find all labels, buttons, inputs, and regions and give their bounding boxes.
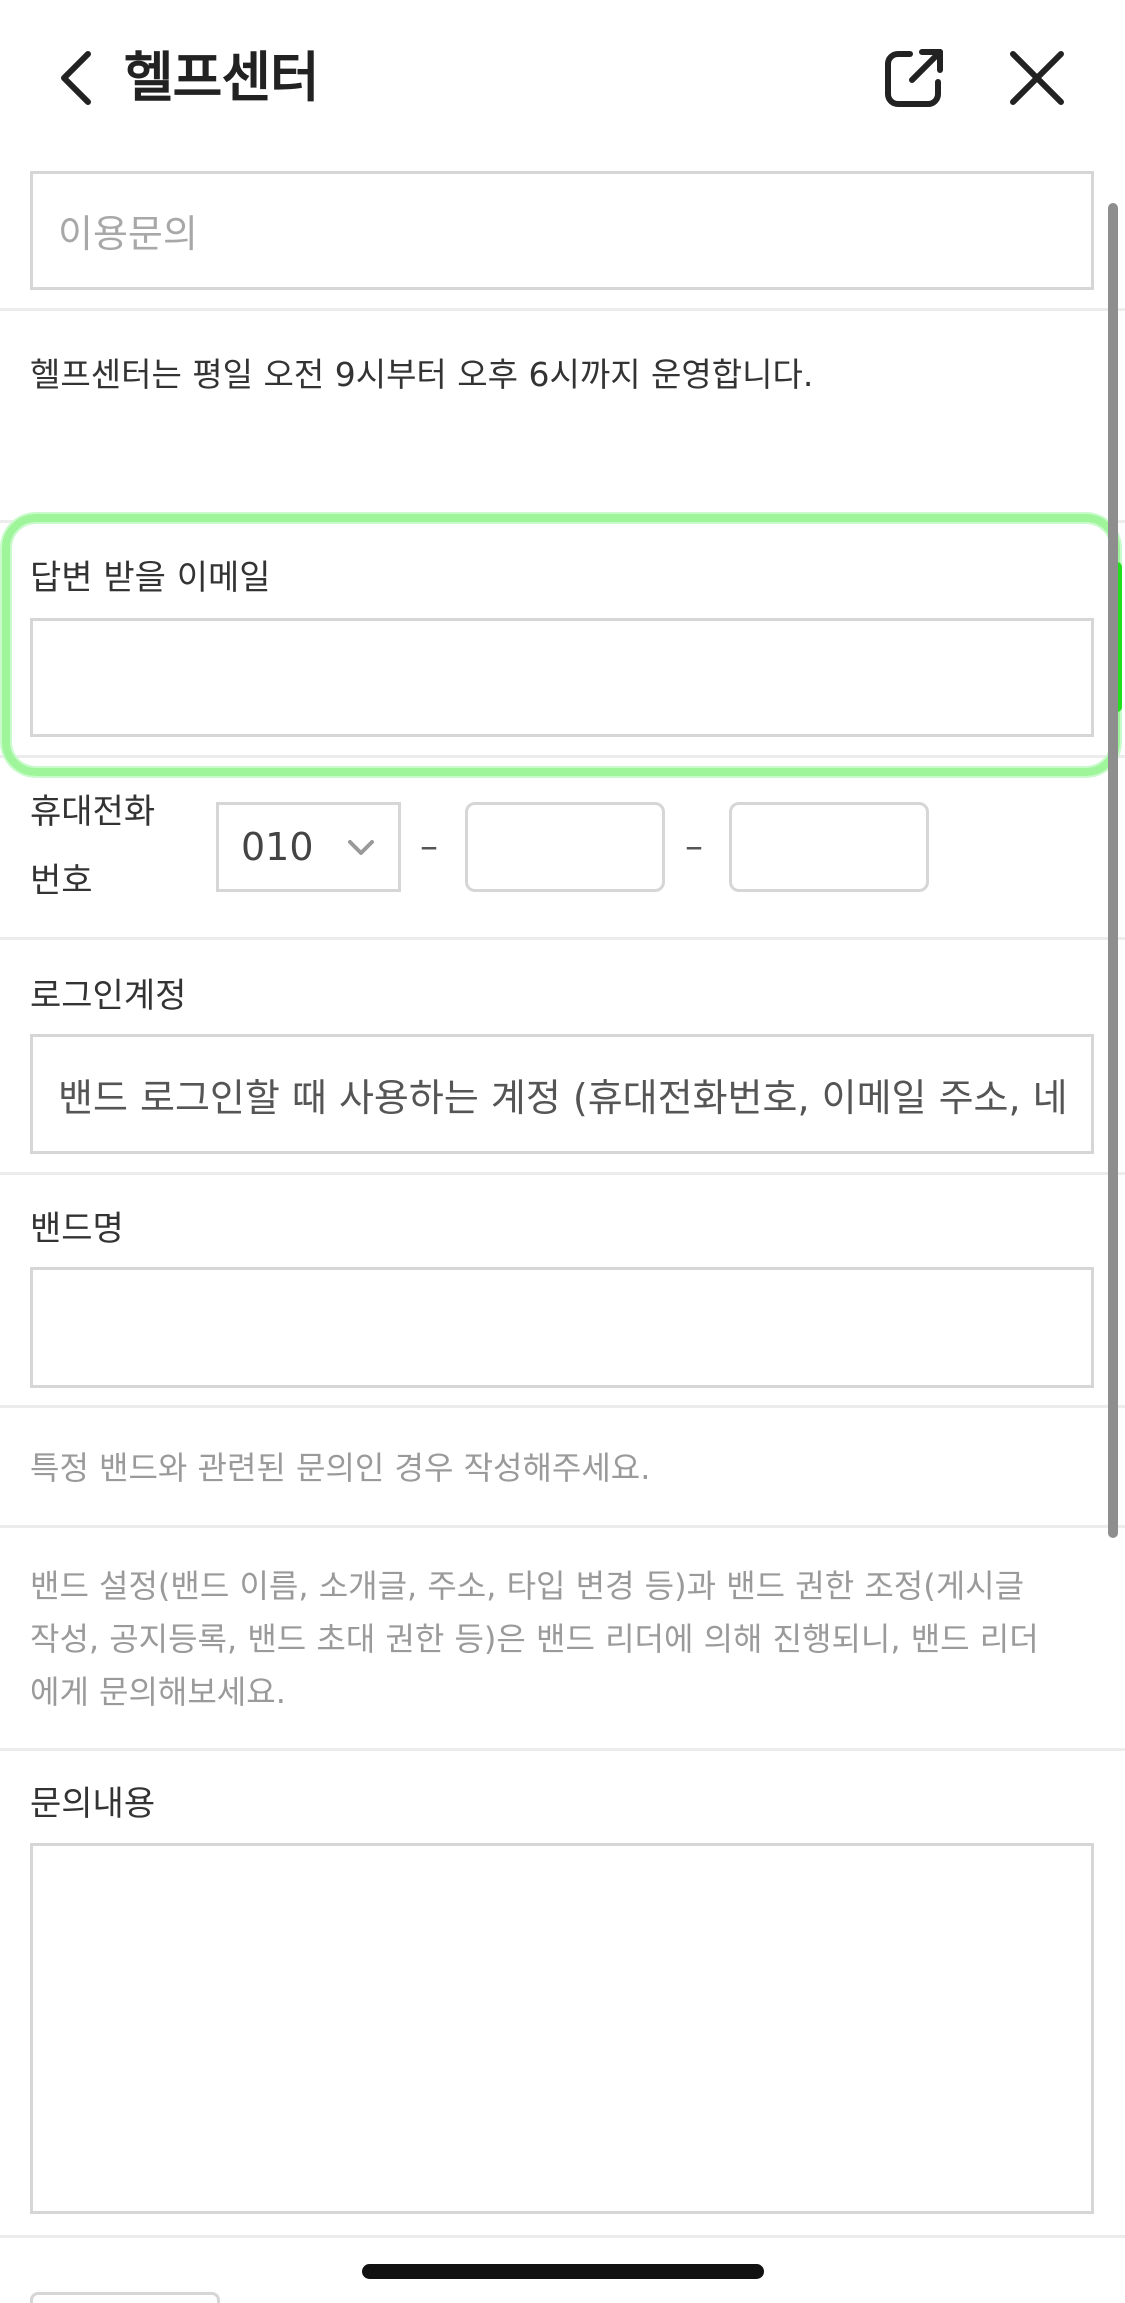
email-label: 답변 받을 이메일 <box>30 558 271 598</box>
email-value <box>58 621 1079 734</box>
band-name-value <box>58 1270 1079 1385</box>
phone-prefix-value: 010 <box>241 825 314 869</box>
hours-notice: 헬프센터는 평일 오전 9시부터 오후 6시까지 운영합니다. <box>30 355 814 394</box>
phone-middle-field[interactable] <box>465 802 665 892</box>
close-button[interactable] <box>995 36 1079 120</box>
home-indicator <box>362 2264 764 2279</box>
login-account-label: 로그인계정 <box>30 976 187 1016</box>
help-center-page: 헬프센터 이용문의 헬프센터는 평일 오전 9시부터 오후 6시까지 운영합니다… <box>0 0 1125 2303</box>
phone-label-line2: 번호 <box>30 861 93 901</box>
phone-prefix-select[interactable]: 010 <box>216 802 401 892</box>
external-link-icon <box>885 49 943 107</box>
divider <box>0 1405 1125 1408</box>
form-content: 이용문의 헬프센터는 평일 오전 9시부터 오후 6시까지 운영합니다. 답변 … <box>0 155 1125 2303</box>
inquiry-value <box>58 1846 1079 2231</box>
login-account-field[interactable]: 밴드 로그인할 때 사용하는 계정 (휴대전화번호, 이메일 주소, 네 <box>30 1034 1094 1154</box>
scrollbar[interactable] <box>1108 203 1118 1538</box>
inquiry-label: 문의내용 <box>30 1784 156 1824</box>
close-icon <box>1010 51 1064 105</box>
divider <box>0 1748 1125 1751</box>
login-account-placeholder: 밴드 로그인할 때 사용하는 계정 (휴대전화번호, 이메일 주소, 네 <box>58 1075 1068 1120</box>
divider <box>0 2235 1125 2238</box>
divider <box>0 520 1125 523</box>
phone-separator: – <box>420 826 438 867</box>
band-name-field[interactable] <box>30 1267 1094 1388</box>
chevron-left-icon <box>61 51 91 105</box>
back-button[interactable] <box>36 38 116 118</box>
share-button[interactable] <box>872 36 956 120</box>
email-field[interactable] <box>30 618 1094 737</box>
band-name-hint: 특정 밴드와 관련된 문의인 경우 작성해주세요. <box>30 1449 651 1487</box>
info-text-line3: 에게 문의해보세요. <box>30 1673 286 1711</box>
page-title: 헬프센터 <box>124 46 320 109</box>
partial-button[interactable] <box>30 2292 220 2303</box>
divider <box>0 308 1125 311</box>
chevron-down-icon <box>348 840 374 855</box>
info-text-line1: 밴드 설정(밴드 이름, 소개글, 주소, 타입 변경 등)과 밴드 권한 조정… <box>30 1567 1025 1605</box>
band-name-label: 밴드명 <box>30 1209 124 1249</box>
divider <box>0 1172 1125 1175</box>
top-bar: 헬프센터 <box>0 0 1125 155</box>
phone-last-field[interactable] <box>729 802 929 892</box>
divider <box>0 1525 1125 1528</box>
phone-separator: – <box>685 826 703 867</box>
inquiry-textarea[interactable] <box>30 1843 1094 2214</box>
divider <box>0 755 1125 758</box>
category-placeholder: 이용문의 <box>58 212 198 256</box>
info-text-line2: 작성, 공지등록, 밴드 초대 권한 등)은 밴드 리더에 의해 진행되니, 밴… <box>30 1620 1039 1658</box>
category-select[interactable]: 이용문의 <box>30 171 1094 290</box>
divider <box>0 937 1125 940</box>
phone-label-line1: 휴대전화 <box>30 792 156 832</box>
